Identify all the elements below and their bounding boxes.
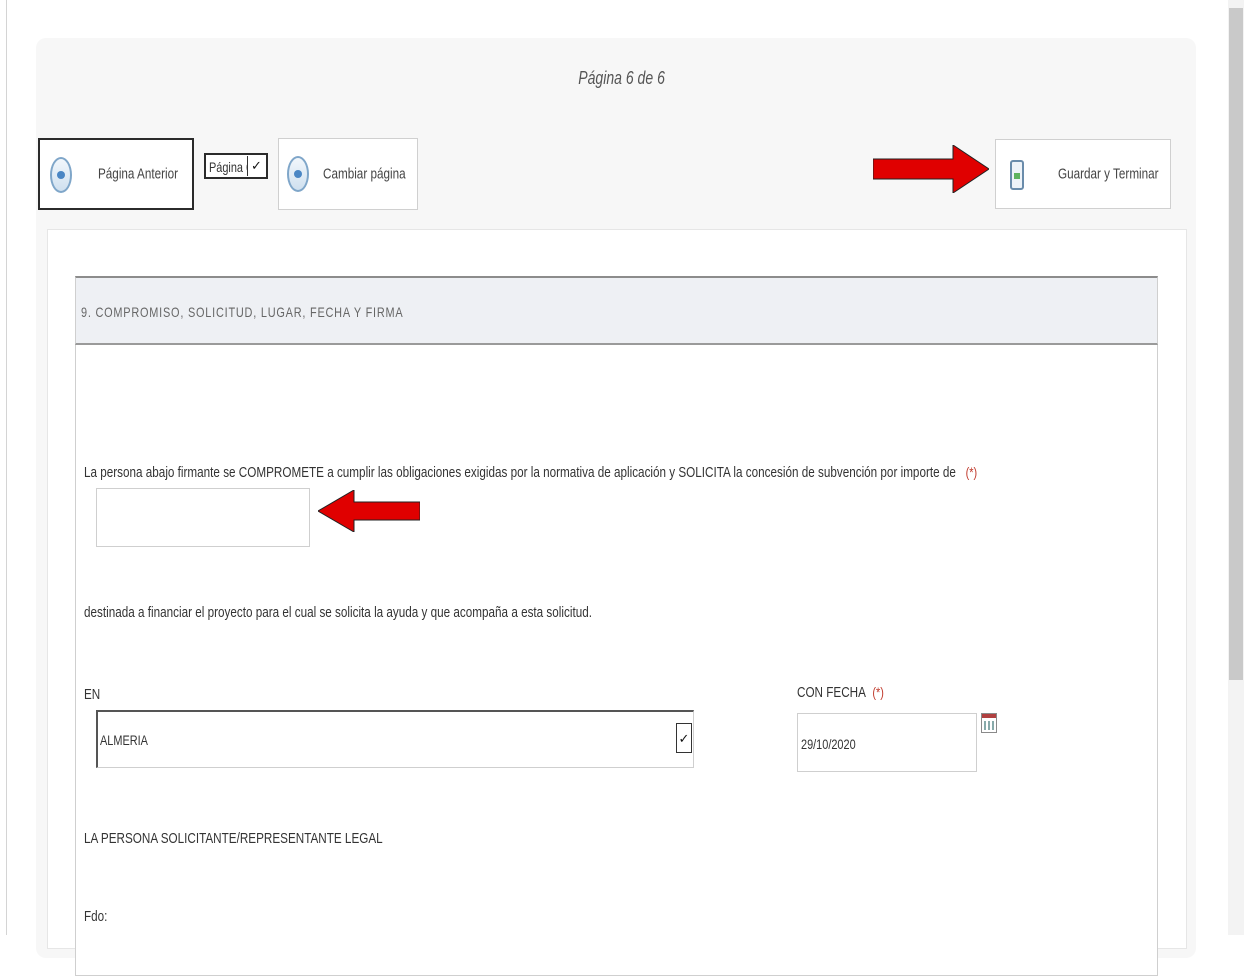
amount-input[interactable] — [96, 488, 310, 547]
signer-label: LA PERSONA SOLICITANTE/REPRESENTANTE LEG… — [84, 830, 383, 847]
date-label: CON FECHA (*) — [797, 684, 884, 701]
date-input[interactable]: 29/10/2020 — [797, 713, 977, 772]
calendar-icon[interactable] — [981, 713, 997, 733]
save-finish-icon — [1010, 160, 1024, 190]
previous-page-label: Página Anterior — [98, 165, 179, 183]
left-border-line — [6, 0, 7, 935]
chevron-down-icon: ✓ — [247, 156, 265, 176]
section-header: 9. COMPROMISO, SOLICITUD, LUGAR, FECHA Y… — [75, 276, 1158, 345]
previous-page-button[interactable]: Página Anterior — [38, 138, 194, 210]
section-title: 9. COMPROMISO, SOLICITUD, LUGAR, FECHA Y… — [81, 304, 404, 320]
red-arrow-right-icon — [873, 145, 989, 193]
page-indicator-text: Página 6 de 6 — [578, 68, 666, 88]
page-select-value: Página 6 — [209, 159, 253, 175]
chevron-down-icon: ✓ — [676, 723, 692, 753]
red-arrow-left-icon — [318, 490, 420, 532]
date-value: 29/10/2020 — [801, 736, 856, 752]
prev-page-icon — [50, 157, 72, 193]
page-select[interactable]: Página 6 ✓ — [204, 153, 268, 179]
commitment-label: La persona abajo firmante se COMPROMETE … — [84, 464, 956, 481]
change-page-button[interactable]: Cambiar página — [278, 138, 418, 210]
place-select[interactable]: ALMERIA ✓ — [96, 710, 694, 768]
required-mark: (*) — [965, 464, 978, 480]
signature-label: Fdo: — [84, 908, 108, 925]
place-select-value: ALMERIA — [100, 732, 148, 748]
place-label: EN — [84, 686, 101, 703]
change-page-icon — [287, 156, 309, 192]
scrollbar-thumb[interactable] — [1229, 8, 1243, 680]
section-box — [75, 276, 1158, 976]
change-page-label: Cambiar página — [323, 165, 406, 183]
commitment-text: La persona abajo firmante se COMPROMETE … — [84, 464, 1229, 481]
destination-text: destinada a financiar el proyecto para e… — [84, 604, 592, 621]
save-finish-label: Guardar y Terminar — [1058, 165, 1159, 183]
date-required-mark: (*) — [872, 684, 884, 700]
save-finish-button[interactable]: Guardar y Terminar — [995, 139, 1171, 209]
page-indicator: Página 6 de 6 — [0, 68, 1244, 89]
